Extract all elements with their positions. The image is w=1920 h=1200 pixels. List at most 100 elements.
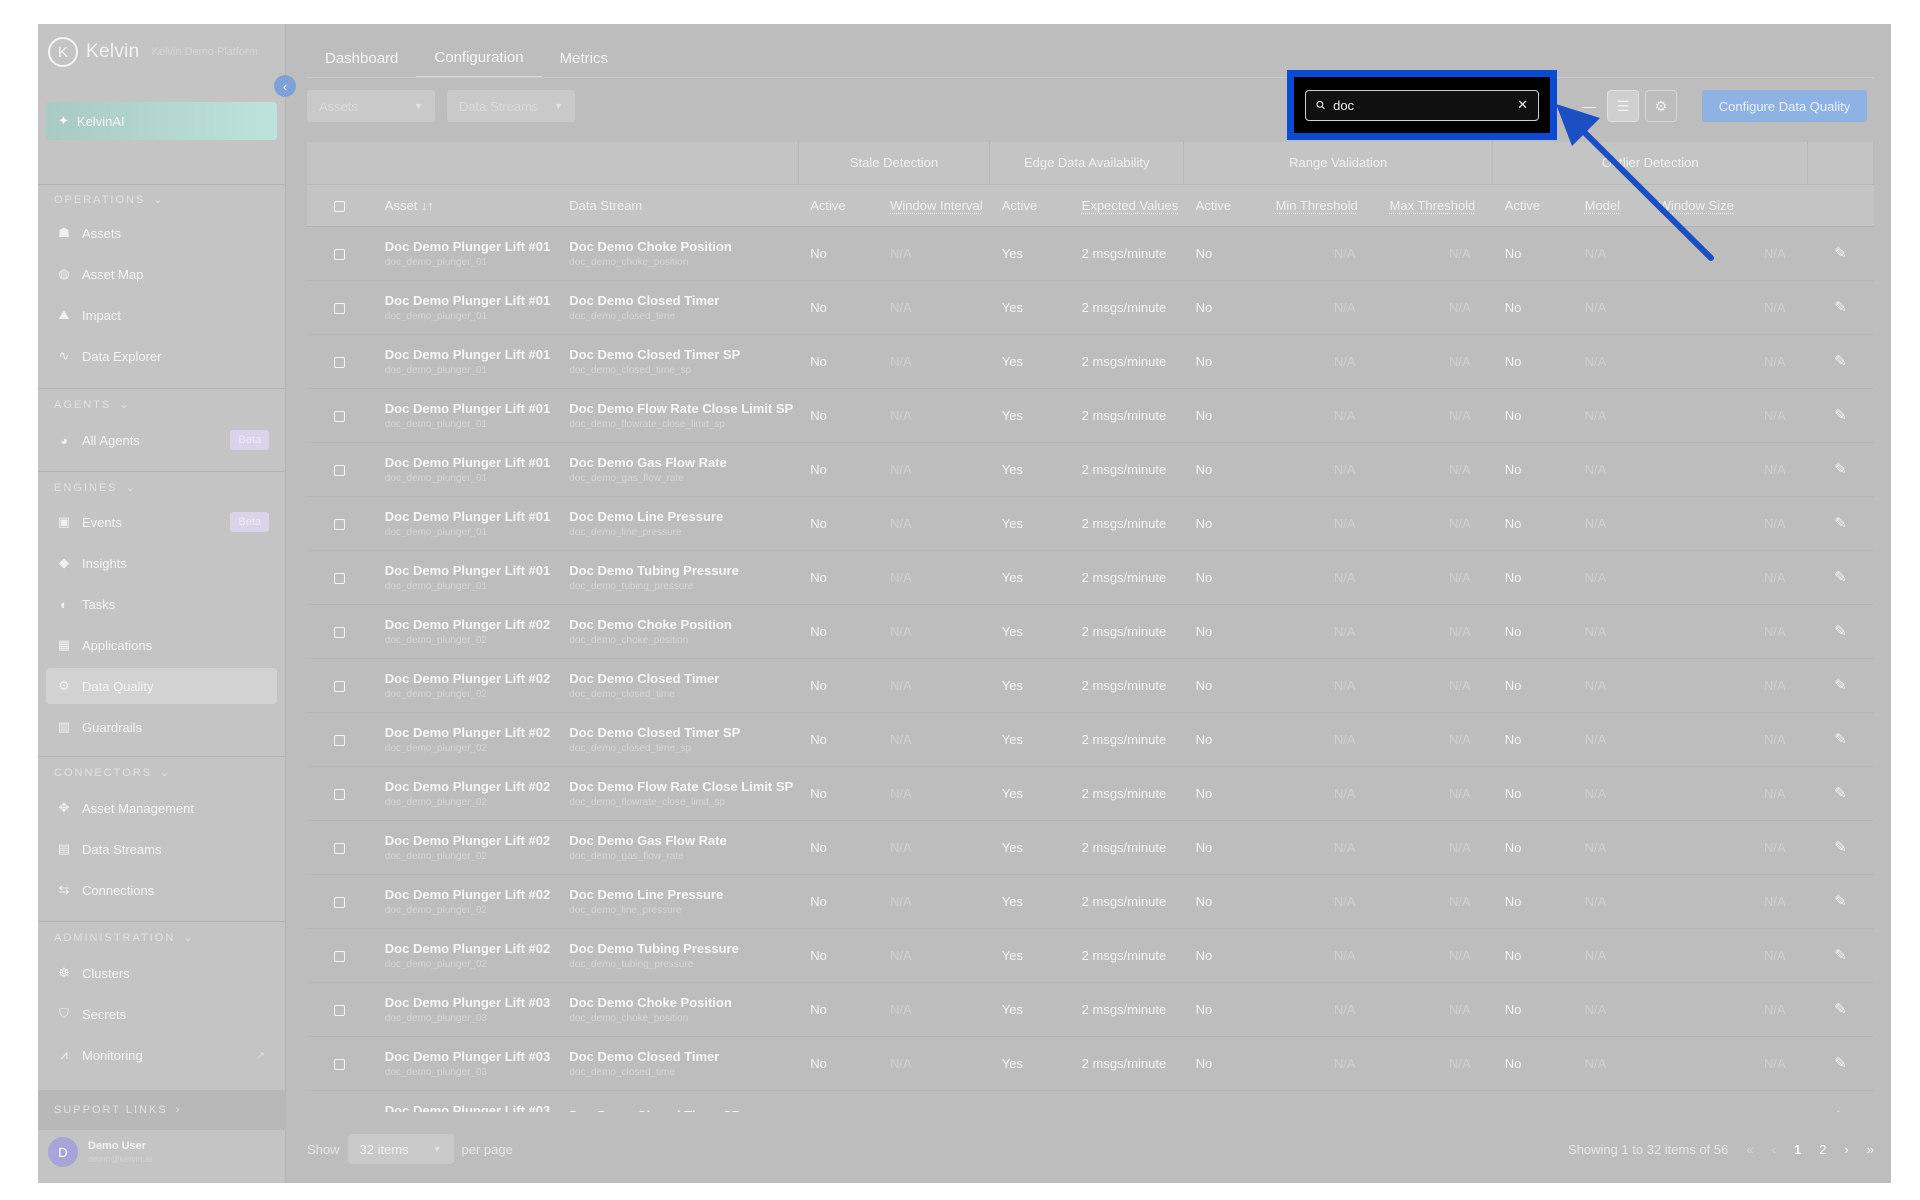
- settings-button[interactable]: ⚙: [1645, 90, 1677, 122]
- table-row[interactable]: Doc Demo Plunger Lift #02 doc_demo_plunge…: [307, 712, 1874, 767]
- configure-data-quality-button[interactable]: Configure Data Quality: [1702, 90, 1867, 122]
- last-page-icon[interactable]: »: [1867, 1142, 1874, 1157]
- row-checkbox[interactable]: [307, 712, 373, 767]
- edit-cell[interactable]: ✎: [1807, 712, 1874, 767]
- row-checkbox[interactable]: [307, 820, 373, 875]
- user-profile[interactable]: D Demo User demo@kelvin.ai: [48, 1137, 152, 1167]
- page-1[interactable]: 1: [1794, 1142, 1801, 1157]
- assets-filter[interactable]: Assets ▼: [307, 90, 435, 122]
- sidebar-item-monitoring[interactable]: ⩘ Monitoring ↗: [46, 1037, 277, 1073]
- table-row[interactable]: Doc Demo Plunger Lift #01 doc_demo_plunge…: [307, 280, 1874, 335]
- pencil-icon[interactable]: ✎: [1834, 353, 1847, 370]
- sidebar-item-asset-map[interactable]: ◍ Asset Map: [46, 256, 277, 292]
- edit-cell[interactable]: ✎: [1807, 442, 1874, 497]
- section-connectors[interactable]: CONNECTORS ⌄: [54, 766, 171, 780]
- collapse-sidebar-button[interactable]: ‹: [274, 75, 296, 97]
- pencil-icon[interactable]: ✎: [1834, 731, 1847, 748]
- edit-cell[interactable]: ✎: [1807, 928, 1874, 983]
- col-edge-active[interactable]: Active: [989, 184, 1070, 227]
- pencil-icon[interactable]: ✎: [1834, 623, 1847, 640]
- sidebar-item-events[interactable]: ▣ Events Beta: [46, 504, 277, 540]
- sidebar-item-secrets[interactable]: ⛉ Secrets: [46, 996, 277, 1032]
- pencil-icon[interactable]: ✎: [1834, 245, 1847, 262]
- prev-page-icon[interactable]: ‹: [1772, 1142, 1776, 1157]
- next-page-icon[interactable]: ›: [1844, 1142, 1848, 1157]
- data-streams-filter[interactable]: Data Streams ▼: [447, 90, 575, 122]
- col-max-threshold[interactable]: Max Threshold: [1377, 184, 1493, 227]
- row-checkbox[interactable]: [307, 442, 373, 497]
- sidebar-item-insights[interactable]: ◆ Insights: [46, 545, 277, 581]
- edit-cell[interactable]: ✎: [1807, 550, 1874, 605]
- col-asset[interactable]: Asset ↓↑: [372, 184, 558, 227]
- col-model[interactable]: Model: [1572, 184, 1647, 227]
- edit-cell[interactable]: ✎: [1807, 1090, 1874, 1112]
- row-checkbox[interactable]: [307, 280, 373, 335]
- list-view-button[interactable]: ☰: [1607, 90, 1639, 122]
- pencil-icon[interactable]: ✎: [1834, 407, 1847, 424]
- row-checkbox[interactable]: [307, 982, 373, 1037]
- edit-cell[interactable]: ✎: [1807, 874, 1874, 929]
- brand[interactable]: K Kelvin Kelvin Demo Platform: [48, 36, 258, 68]
- edit-cell[interactable]: ✎: [1807, 766, 1874, 821]
- sidebar-item-clusters[interactable]: ☸ Clusters: [46, 955, 277, 991]
- table-row[interactable]: Doc Demo Plunger Lift #02 doc_demo_plunge…: [307, 604, 1874, 659]
- col-range-active[interactable]: Active: [1183, 184, 1264, 227]
- table-row[interactable]: Doc Demo Plunger Lift #03 doc_demo_plunge…: [307, 1036, 1874, 1091]
- row-checkbox[interactable]: [307, 658, 373, 713]
- table-row[interactable]: Doc Demo Plunger Lift #01 doc_demo_plunge…: [307, 550, 1874, 605]
- pencil-icon[interactable]: ✎: [1834, 785, 1847, 802]
- pencil-icon[interactable]: ✎: [1834, 839, 1847, 856]
- section-operations[interactable]: OPERATIONS ⌄: [54, 193, 165, 207]
- tab-configuration[interactable]: Configuration: [416, 38, 542, 78]
- table-row[interactable]: Doc Demo Plunger Lift #02 doc_demo_plunge…: [307, 928, 1874, 983]
- pencil-icon[interactable]: ✎: [1834, 515, 1847, 532]
- pencil-icon[interactable]: ✎: [1834, 1001, 1847, 1018]
- row-checkbox[interactable]: [307, 550, 373, 605]
- row-checkbox[interactable]: [307, 496, 373, 551]
- sort-icon[interactable]: ↓↑: [421, 198, 434, 213]
- pencil-icon[interactable]: ✎: [1834, 677, 1847, 694]
- row-checkbox[interactable]: [307, 604, 373, 659]
- table-row[interactable]: Doc Demo Plunger Lift #02 doc_demo_plunge…: [307, 658, 1874, 713]
- search-field[interactable]: ✕: [1305, 89, 1539, 121]
- edit-cell[interactable]: ✎: [1807, 982, 1874, 1037]
- col-window-size[interactable]: Window Size: [1646, 184, 1808, 227]
- row-checkbox[interactable]: [307, 874, 373, 929]
- row-checkbox[interactable]: [307, 226, 373, 281]
- row-checkbox[interactable]: [307, 334, 373, 389]
- kelvinai-button[interactable]: ✦ KelvinAI: [46, 102, 277, 140]
- support-links[interactable]: SUPPORT LINKS ›: [38, 1090, 286, 1130]
- per-page-select[interactable]: 32 items ▼: [347, 1134, 454, 1164]
- table-row[interactable]: Doc Demo Plunger Lift #02 doc_demo_plunge…: [307, 874, 1874, 929]
- pencil-icon[interactable]: ✎: [1834, 947, 1847, 964]
- col-window-interval[interactable]: Window Interval: [878, 184, 990, 227]
- sidebar-item-guardrails[interactable]: ▥ Guardrails: [46, 709, 277, 745]
- section-administration[interactable]: ADMINISTRATION ⌄: [54, 931, 195, 945]
- col-min-threshold[interactable]: Min Threshold: [1263, 184, 1378, 227]
- clear-search-icon[interactable]: ✕: [1517, 97, 1528, 113]
- section-engines[interactable]: ENGINES ⌄: [54, 481, 137, 495]
- tab-metrics[interactable]: Metrics: [542, 38, 626, 78]
- page-2[interactable]: 2: [1819, 1142, 1826, 1157]
- row-checkbox[interactable]: [307, 928, 373, 983]
- edit-cell[interactable]: ✎: [1807, 496, 1874, 551]
- row-checkbox[interactable]: [307, 388, 373, 443]
- row-checkbox[interactable]: [307, 1090, 373, 1112]
- sidebar-item-connections[interactable]: ⇆ Connections: [46, 872, 277, 908]
- first-page-icon[interactable]: «: [1746, 1142, 1753, 1157]
- pencil-icon[interactable]: ✎: [1834, 1109, 1847, 1112]
- edit-cell[interactable]: ✎: [1807, 226, 1874, 281]
- table-row[interactable]: Doc Demo Plunger Lift #01 doc_demo_plunge…: [307, 334, 1874, 389]
- edit-cell[interactable]: ✎: [1807, 334, 1874, 389]
- search-input[interactable]: [1333, 97, 1510, 113]
- pencil-icon[interactable]: ✎: [1834, 569, 1847, 586]
- sidebar-item-all-agents[interactable]: ◕ All Agents Beta: [46, 422, 277, 458]
- pencil-icon[interactable]: ✎: [1834, 1055, 1847, 1072]
- edit-cell[interactable]: ✎: [1807, 820, 1874, 875]
- table-row[interactable]: Doc Demo Plunger Lift #02 doc_demo_plunge…: [307, 766, 1874, 821]
- pencil-icon[interactable]: ✎: [1834, 461, 1847, 478]
- sidebar-item-applications[interactable]: ▦ Applications: [46, 627, 277, 663]
- col-stale-active[interactable]: Active: [798, 184, 879, 227]
- edit-cell[interactable]: ✎: [1807, 1036, 1874, 1091]
- sidebar-item-asset-management[interactable]: ✥ Asset Management: [46, 790, 277, 826]
